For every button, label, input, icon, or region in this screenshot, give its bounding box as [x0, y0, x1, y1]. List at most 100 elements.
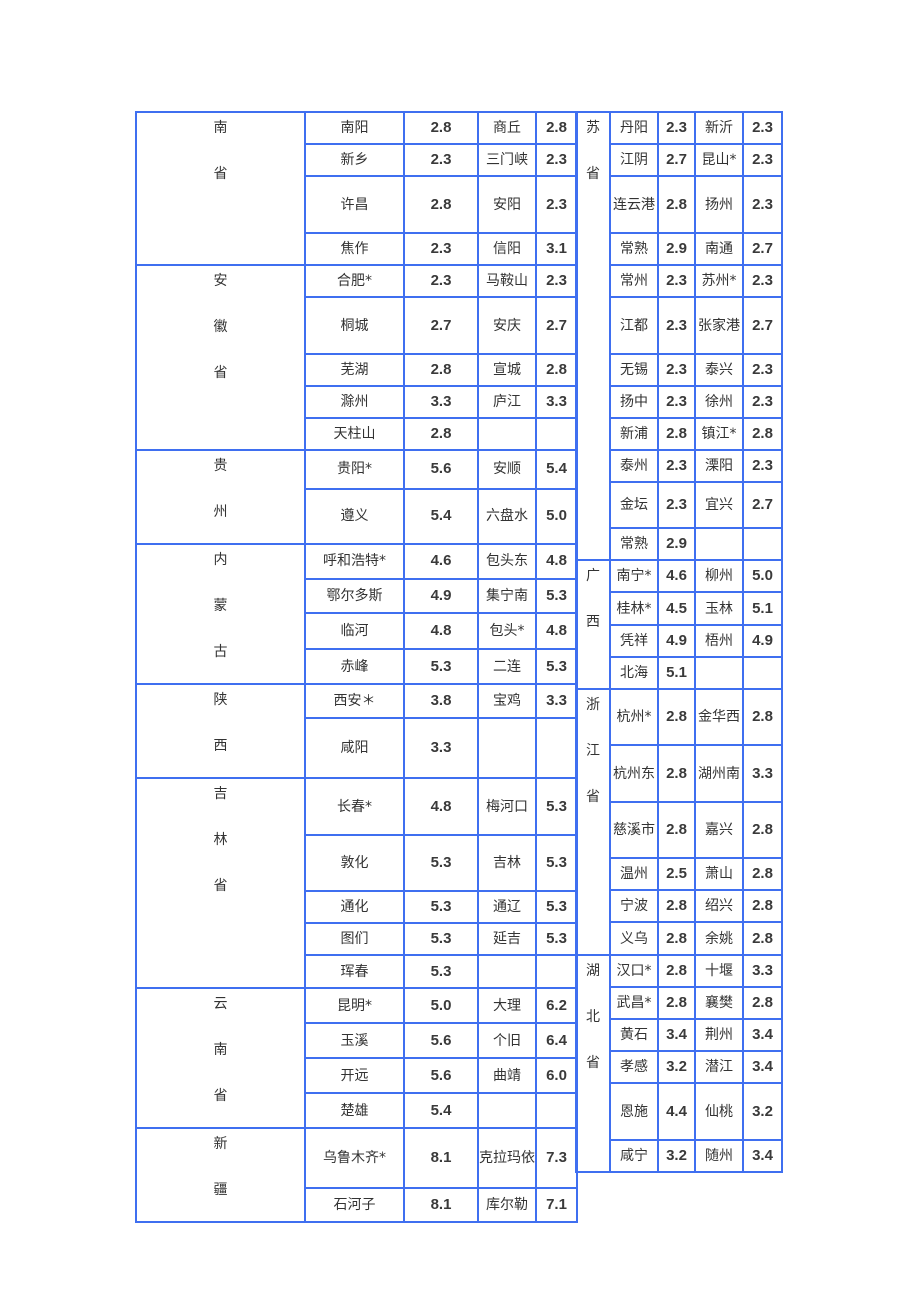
value-cell: 3.2	[657, 1050, 696, 1084]
value-cell: 3.4	[742, 1018, 783, 1052]
city-name-cell: 贵阳*	[304, 449, 405, 490]
province-name: 湖北省	[577, 956, 609, 1094]
value-cell: 2.8	[657, 801, 696, 859]
city-name-cell: 长春*	[304, 777, 405, 836]
city-name-cell: 二连	[477, 648, 537, 685]
value-cell: 3.4	[742, 1050, 783, 1084]
city-name-cell	[477, 1092, 537, 1129]
value-cell: 2.8	[657, 417, 696, 451]
city-name-cell: 集宁南	[477, 577, 537, 615]
province-name: 南省	[137, 113, 304, 205]
value-cell: 2.7	[535, 296, 578, 355]
city-name-cell: 常州	[609, 264, 659, 298]
province-char: 省	[586, 1055, 600, 1071]
province-char: 云	[213, 996, 228, 1012]
value-cell: 2.8	[403, 111, 479, 145]
province-name: 浙江省	[577, 690, 609, 828]
city-name-cell: 石河子	[304, 1187, 405, 1223]
city-name-cell: 新浦	[609, 417, 659, 451]
city-name-cell: 昆山*	[694, 143, 744, 177]
province-char: 苏	[586, 120, 600, 136]
city-name-cell: 随州	[694, 1139, 744, 1173]
province-cell: 浙江省	[575, 688, 611, 956]
city-name-cell: 潜江	[694, 1050, 744, 1084]
city-name-cell: 马鞍山	[477, 264, 537, 298]
value-cell: 2.8	[403, 417, 479, 451]
value-cell: 2.3	[657, 111, 696, 145]
province-char: 省	[586, 789, 600, 805]
province-char: 省	[213, 365, 228, 381]
value-cell	[535, 717, 578, 779]
value-cell: 4.9	[742, 624, 783, 658]
table-row: 安徽省合肥* 2.3 马鞍山 2.3	[135, 264, 578, 451]
city-name-cell: 滁州	[304, 385, 405, 419]
province-cell: 新疆	[135, 1127, 306, 1223]
province-char: 南	[213, 120, 228, 136]
left-data-table: 南省南阳 2.8 商丘 2.8 新乡 2.3 三门峡 2.3 许昌 2.8 安阳 2.3 焦作 2.3 信阳…	[135, 111, 578, 1223]
value-cell: 2.8	[657, 954, 696, 988]
value-cell: 4.8	[535, 612, 578, 651]
city-name-cell: 乌鲁木齐*	[304, 1126, 405, 1190]
value-cell: 3.3	[742, 954, 783, 988]
city-name-cell: 嘉兴	[694, 801, 744, 859]
value-cell: 2.3	[742, 449, 783, 483]
province-char: 州	[213, 504, 228, 520]
city-name-cell: 绍兴	[694, 889, 744, 923]
province-char: 南	[213, 1042, 228, 1058]
city-name-cell: 汉口*	[609, 954, 659, 988]
province-char: 西	[586, 614, 600, 630]
value-cell: 2.8	[742, 921, 783, 956]
province-cell: 贵州	[135, 449, 306, 545]
value-cell: 2.7	[403, 296, 479, 355]
value-cell: 2.3	[657, 264, 696, 298]
province-char: 蒙	[213, 598, 228, 614]
value-cell: 2.7	[742, 481, 783, 529]
city-name-cell: 丹阳	[609, 111, 659, 145]
city-name-cell: 大理	[477, 987, 537, 1024]
city-name-cell: 信阳	[477, 232, 537, 266]
province-char: 内	[213, 552, 228, 568]
value-cell: 2.3	[403, 143, 479, 177]
city-name-cell: 武昌*	[609, 986, 659, 1020]
value-cell	[535, 954, 578, 989]
table-row: 苏省丹阳 2.3 新沂 2.3	[575, 111, 783, 561]
value-cell: 2.9	[657, 232, 696, 266]
province-char: 广	[586, 568, 600, 584]
value-cell: 5.0	[535, 487, 578, 546]
city-name-cell: 新乡	[304, 143, 405, 177]
city-name-cell	[694, 656, 744, 690]
value-cell: 3.2	[742, 1082, 783, 1141]
city-name-cell: 克拉玛依	[477, 1126, 537, 1190]
province-name: 陕西	[137, 685, 304, 777]
value-cell	[742, 527, 783, 561]
province-cell: 广西	[575, 559, 611, 690]
province-char: 浙	[586, 697, 600, 713]
province-name: 吉林省	[137, 779, 304, 917]
city-name-cell: 张家港	[694, 296, 744, 355]
province-name: 云南省	[137, 989, 304, 1127]
value-cell: 2.8	[657, 889, 696, 923]
city-name-cell: 北海	[609, 656, 659, 690]
province-cell: 湖北省	[575, 954, 611, 1173]
city-name-cell: 江都	[609, 296, 659, 355]
province-char: 省	[586, 166, 600, 182]
value-cell: 2.7	[742, 296, 783, 355]
value-cell: 5.3	[403, 890, 479, 924]
value-cell: 2.8	[657, 175, 696, 234]
city-name-cell: 扬中	[609, 385, 659, 419]
table-row: 湖北省汉口* 2.8 十堰 3.3	[575, 954, 783, 1173]
table-row: 贵州贵阳* 5.6 安顺 5.4	[135, 449, 578, 545]
value-cell: 5.1	[657, 656, 696, 690]
value-cell: 5.3	[535, 777, 578, 836]
city-name-cell: 六盘水	[477, 487, 537, 546]
value-cell: 3.8	[403, 682, 479, 720]
value-cell: 5.6	[403, 1057, 479, 1094]
city-name-cell: 焦作	[304, 232, 405, 266]
value-cell: 2.8	[657, 921, 696, 956]
value-cell: 4.5	[657, 591, 696, 626]
city-name-cell: 南通	[694, 232, 744, 266]
value-cell: 4.9	[403, 577, 479, 615]
city-name-cell: 余姚	[694, 921, 744, 956]
value-cell: 2.7	[742, 232, 783, 266]
province-char: 吉	[213, 786, 228, 802]
